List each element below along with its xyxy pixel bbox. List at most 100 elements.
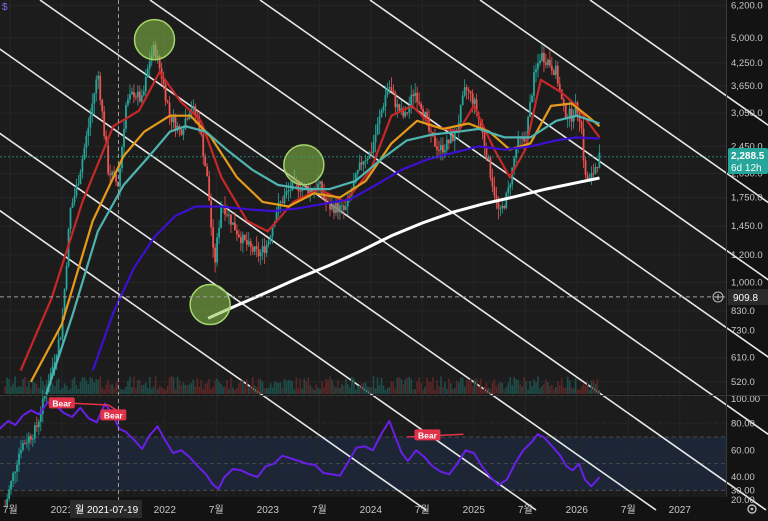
candle-body <box>230 214 232 225</box>
volume-bar <box>428 381 430 394</box>
volume-bar <box>586 380 589 394</box>
candle-body <box>39 414 42 422</box>
price-badge: 2,288.5 6d 12h <box>728 148 768 174</box>
volume-bar <box>133 376 135 394</box>
candle-body <box>247 241 250 245</box>
candle-body <box>416 92 419 103</box>
candle-body <box>31 438 34 440</box>
candle-body <box>590 173 593 179</box>
candle-body <box>390 87 393 91</box>
volume-bar <box>32 380 34 394</box>
candle-body <box>337 202 339 213</box>
volume-bar <box>525 381 527 394</box>
y-tick-label: 1,750.0 <box>731 193 763 204</box>
candle-body <box>180 129 183 135</box>
candle-body <box>236 230 238 235</box>
volume-bar <box>69 388 72 394</box>
y-tick-label: 3,050.0 <box>731 108 763 119</box>
candle-body <box>503 205 506 209</box>
candle-body <box>360 162 363 165</box>
candle-body <box>426 111 428 119</box>
candle-body <box>434 136 436 147</box>
volume-bar <box>257 378 260 394</box>
candle-body <box>202 134 205 157</box>
volume-bar <box>242 380 244 394</box>
candle-body <box>212 227 215 248</box>
volume-bar <box>556 381 559 394</box>
candle-body <box>469 91 472 94</box>
candle-body <box>257 248 260 257</box>
volume-bar <box>20 386 22 394</box>
volume-bar <box>218 381 220 394</box>
volume-bar <box>430 381 432 394</box>
candle-body <box>59 337 62 340</box>
volume-bar <box>295 377 298 394</box>
volume-bar <box>144 382 147 394</box>
candle-body <box>394 93 397 108</box>
candle-body <box>261 246 264 253</box>
candle-body <box>552 70 555 75</box>
volume-bar <box>390 381 393 394</box>
candle-body <box>368 152 371 159</box>
volume-bar <box>576 389 579 394</box>
candle-body <box>370 152 373 154</box>
candle-body <box>358 162 361 171</box>
volume-bar <box>127 381 129 394</box>
candle-body <box>487 157 490 160</box>
y-tick-label: 1,000.0 <box>731 278 763 289</box>
volume-bar <box>555 387 557 394</box>
volume-bar <box>123 389 125 394</box>
volume-bar <box>551 384 553 394</box>
volume-bar <box>79 381 82 394</box>
volume-bar <box>16 387 18 394</box>
volume-bar <box>422 389 424 394</box>
volume-bar <box>291 381 294 394</box>
price-pane[interactable] <box>0 0 726 394</box>
volume-bar <box>333 385 335 394</box>
candle-body <box>396 104 399 108</box>
candle-body <box>287 190 290 192</box>
rsi-tick-label: 20.00 <box>731 495 755 506</box>
volume-bar <box>356 385 359 394</box>
volume-bar <box>53 386 56 394</box>
volume-bar <box>168 377 171 394</box>
candle-body <box>495 195 498 199</box>
volume-bar <box>222 386 224 394</box>
bear-label-text: Bear <box>418 430 438 440</box>
y-tick-label: 4,250.0 <box>731 58 763 69</box>
candle-body <box>43 395 46 399</box>
volume-bar <box>152 386 155 394</box>
volume-bar <box>509 376 512 394</box>
volume-bar <box>105 384 107 394</box>
volume-bar <box>341 384 343 394</box>
candle-body <box>449 134 452 144</box>
candle-body <box>505 192 508 209</box>
y-tick-label: 610.0 <box>731 353 755 364</box>
volume-bar <box>364 382 367 394</box>
volume-bar <box>521 386 523 394</box>
x-tick-label: 7월 <box>209 504 224 516</box>
volume-bar <box>378 385 381 394</box>
candle-body <box>406 112 409 114</box>
candle-body <box>131 91 133 95</box>
volume-bar <box>131 387 133 394</box>
candle-body <box>459 105 462 123</box>
candle-body <box>388 87 391 89</box>
crosshair-date-label: 월 2021-07-19 <box>70 500 142 518</box>
candle-body <box>182 129 185 135</box>
candle-body <box>283 194 286 204</box>
candle-body <box>22 443 24 450</box>
candle-body <box>442 145 444 153</box>
volume-bar <box>261 381 264 394</box>
candle-body <box>127 99 129 105</box>
volume-bar <box>513 377 516 394</box>
candle-body <box>285 191 288 195</box>
volume-bar <box>210 388 212 394</box>
candle-body <box>134 96 137 98</box>
volume-bar <box>515 379 517 394</box>
candle-body <box>299 190 302 192</box>
candle-body <box>97 75 100 80</box>
volume-bar <box>317 387 319 394</box>
candle-body <box>424 111 426 115</box>
candle-body <box>513 157 516 168</box>
